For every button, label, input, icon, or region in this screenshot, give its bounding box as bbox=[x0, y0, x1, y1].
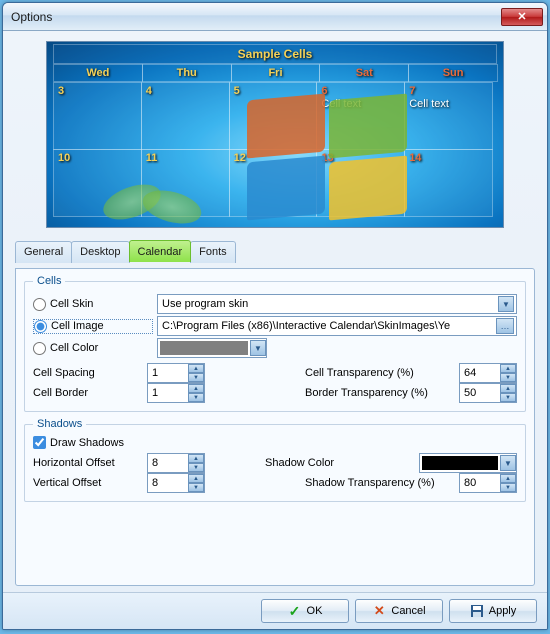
spin-up-icon[interactable]: ▲ bbox=[500, 474, 516, 483]
cell-image-radio[interactable]: Cell Image bbox=[33, 319, 153, 334]
chevron-down-icon: ▼ bbox=[500, 455, 516, 471]
tab-desktop[interactable]: Desktop bbox=[71, 241, 129, 263]
voff-spinner[interactable]: 8 ▲▼ bbox=[147, 473, 205, 493]
close-icon: ✕ bbox=[517, 10, 526, 23]
spin-down-icon[interactable]: ▼ bbox=[500, 393, 516, 402]
preview-cell: 12 bbox=[229, 149, 318, 217]
draw-shadows-checkbox[interactable]: Draw Shadows bbox=[33, 436, 517, 449]
shadow-color-swatch bbox=[422, 456, 498, 470]
preview-title: Sample Cells bbox=[238, 47, 313, 61]
cell-color-swatch bbox=[160, 341, 248, 355]
save-icon bbox=[470, 604, 484, 618]
close-button[interactable]: ✕ bbox=[501, 8, 543, 26]
cells-legend: Cells bbox=[33, 275, 65, 287]
shadows-group: Shadows Draw Shadows Horizontal Offset 8… bbox=[24, 418, 526, 502]
tab-calendar[interactable]: Calendar bbox=[129, 240, 192, 262]
cell-transp-label: Cell Transparency (%) bbox=[305, 367, 455, 379]
calendar-preview: Sample Cells WedThuFriSatSun 3456Cell te… bbox=[46, 41, 504, 228]
shadow-transp-spinner[interactable]: 80 ▲▼ bbox=[459, 473, 517, 493]
preview-header: Thu bbox=[142, 64, 232, 82]
tab-general[interactable]: General bbox=[15, 241, 72, 263]
spin-up-icon[interactable]: ▲ bbox=[188, 474, 204, 483]
border-transp-label: Border Transparency (%) bbox=[305, 387, 455, 399]
cell-skin-radio[interactable]: Cell Skin bbox=[33, 298, 153, 311]
cell-color-radio[interactable]: Cell Color bbox=[33, 342, 153, 355]
spin-down-icon[interactable]: ▼ bbox=[188, 393, 204, 402]
check-icon: ✓ bbox=[288, 604, 302, 618]
preview-cell: 6Cell text bbox=[316, 82, 405, 150]
shadow-color-combo[interactable]: ▼ bbox=[419, 453, 517, 473]
cell-spacing-spinner[interactable]: 1 ▲▼ bbox=[147, 363, 205, 383]
preview-cell: 3 bbox=[53, 82, 142, 150]
options-window: Options ✕ Sample Cells WedThuFriSatSun 3… bbox=[2, 2, 548, 630]
cell-skin-combo[interactable]: Use program skin ▼ bbox=[157, 294, 517, 314]
shadow-color-label: Shadow Color bbox=[265, 457, 415, 469]
cell-border-spinner[interactable]: 1 ▲▼ bbox=[147, 383, 205, 403]
preview-cell: 14 bbox=[404, 149, 493, 217]
cell-border-label: Cell Border bbox=[33, 387, 143, 399]
chevron-down-icon: ▼ bbox=[250, 340, 266, 356]
hoff-spinner[interactable]: 8 ▲▼ bbox=[147, 453, 205, 473]
preview-cell: 13 bbox=[316, 149, 405, 217]
cell-transp-spinner[interactable]: 64 ▲▼ bbox=[459, 363, 517, 383]
cell-image-path[interactable]: C:\Program Files (x86)\Interactive Calen… bbox=[157, 316, 517, 336]
spin-down-icon[interactable]: ▼ bbox=[188, 373, 204, 382]
tab-fonts[interactable]: Fonts bbox=[190, 241, 236, 263]
x-icon: ✕ bbox=[372, 604, 386, 618]
cell-spacing-label: Cell Spacing bbox=[33, 367, 143, 379]
shadows-legend: Shadows bbox=[33, 418, 86, 430]
shadow-transp-label: Shadow Transparency (%) bbox=[305, 477, 455, 489]
apply-button[interactable]: Apply bbox=[449, 599, 537, 623]
preview-header: Fri bbox=[231, 64, 321, 82]
spin-up-icon[interactable]: ▲ bbox=[188, 364, 204, 373]
preview-header: Sun bbox=[408, 64, 498, 82]
spin-up-icon[interactable]: ▲ bbox=[500, 364, 516, 373]
spin-up-icon[interactable]: ▲ bbox=[188, 384, 204, 393]
preview-cell: 4 bbox=[141, 82, 230, 150]
cancel-button[interactable]: ✕ Cancel bbox=[355, 599, 443, 623]
cell-color-combo[interactable]: ▼ bbox=[157, 338, 267, 358]
preview-cell: 5 bbox=[229, 82, 318, 150]
spin-down-icon[interactable]: ▼ bbox=[500, 373, 516, 382]
window-body: Sample Cells WedThuFriSatSun 3456Cell te… bbox=[3, 31, 547, 592]
cells-group: Cells Cell Skin Use program skin ▼ Cell … bbox=[24, 275, 526, 412]
titlebar[interactable]: Options ✕ bbox=[3, 3, 547, 31]
preview-header: Sat bbox=[319, 64, 409, 82]
voff-label: Vertical Offset bbox=[33, 477, 143, 489]
ok-button[interactable]: ✓ OK bbox=[261, 599, 349, 623]
window-title: Options bbox=[11, 10, 52, 24]
tab-strip: GeneralDesktopCalendarFonts bbox=[15, 240, 535, 262]
preview-header: Wed bbox=[53, 64, 143, 82]
button-bar: ✓ OK ✕ Cancel Apply bbox=[3, 592, 547, 629]
spin-down-icon[interactable]: ▼ bbox=[500, 483, 516, 492]
spin-down-icon[interactable]: ▼ bbox=[188, 463, 204, 472]
hoff-label: Horizontal Offset bbox=[33, 457, 143, 469]
chevron-down-icon: ▼ bbox=[498, 296, 514, 312]
spin-up-icon[interactable]: ▲ bbox=[188, 454, 204, 463]
spin-down-icon[interactable]: ▼ bbox=[188, 483, 204, 492]
preview-cell: 7Cell text bbox=[404, 82, 493, 150]
tab-panel-calendar: Cells Cell Skin Use program skin ▼ Cell … bbox=[15, 268, 535, 586]
spin-up-icon[interactable]: ▲ bbox=[500, 384, 516, 393]
browse-button[interactable]: … bbox=[496, 318, 514, 334]
preview-headers: WedThuFriSatSun bbox=[53, 64, 497, 82]
border-transp-spinner[interactable]: 50 ▲▼ bbox=[459, 383, 517, 403]
